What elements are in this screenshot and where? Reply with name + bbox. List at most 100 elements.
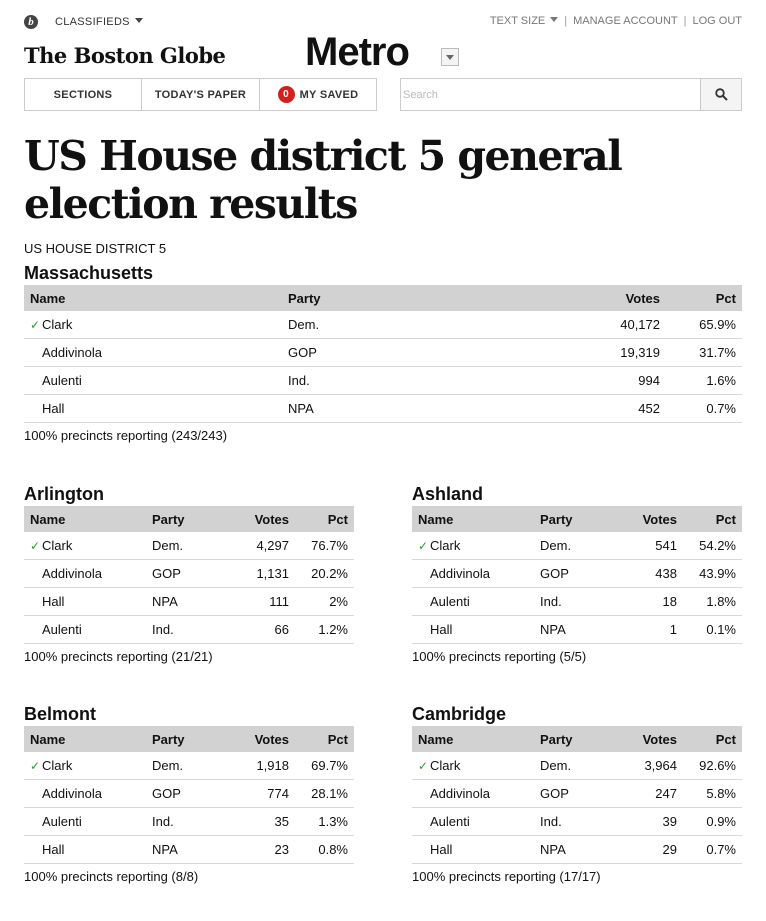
candidate-name: Aulenti xyxy=(430,594,470,609)
column-header-party: Party xyxy=(282,285,484,311)
votes-cell: 438 xyxy=(606,559,683,588)
candidate-cell: Hall xyxy=(24,587,146,616)
saved-count-badge: 0 xyxy=(277,86,295,103)
candidate-cell: ✓ Clark xyxy=(412,532,534,560)
votes-cell: 452 xyxy=(484,394,666,423)
precincts-reporting: 100% precincts reporting (21/21) xyxy=(24,649,213,664)
party-cell: Ind. xyxy=(534,807,606,836)
district-label: US HOUSE DISTRICT 5 xyxy=(24,241,167,256)
pct-cell: 0.9% xyxy=(683,807,742,836)
candidate-cell: Aulenti xyxy=(24,366,282,395)
precincts-reporting: 100% precincts reporting (243/243) xyxy=(24,428,228,443)
results-block: Belmont Name Party Votes Pct ✓ Clark Dem.… xyxy=(24,702,354,884)
classifieds-label: CLASSIFIEDS xyxy=(55,16,130,28)
account-links: TEXT SIZE | MANAGE ACCOUNT | LOG OUT xyxy=(484,15,742,27)
pct-cell: 1.6% xyxy=(666,366,742,395)
table-row: Addivinola GOP 247 5.8% xyxy=(412,779,742,808)
table-row: Hall NPA 1 0.1% xyxy=(412,615,742,644)
column-header-pct: Pct xyxy=(683,726,742,752)
party-cell: GOP xyxy=(534,559,606,588)
table-row: Aulenti Ind. 66 1.2% xyxy=(24,615,354,644)
sections-button[interactable]: SECTIONS xyxy=(25,79,142,110)
results-block: Ashland Name Party Votes Pct ✓ Clark Dem.… xyxy=(412,482,742,664)
table-row: Addivinola GOP 774 28.1% xyxy=(24,779,354,808)
results-table: Name Party Votes Pct ✓ Clark Dem. 3,964 9… xyxy=(412,726,742,864)
candidate-cell: Hall xyxy=(24,835,146,864)
search-input[interactable] xyxy=(401,79,705,110)
todays-paper-button[interactable]: TODAY'S PAPER xyxy=(142,79,260,110)
party-cell: NPA xyxy=(146,835,218,864)
column-header-name: Name xyxy=(412,506,534,532)
candidate-name: Addivinola xyxy=(430,786,490,801)
log-out-link[interactable]: LOG OUT xyxy=(686,15,742,27)
party-cell: GOP xyxy=(282,338,484,367)
results-table: Name Party Votes Pct ✓ Clark Dem. 40,172 … xyxy=(24,285,742,423)
votes-cell: 18 xyxy=(606,587,683,616)
section-dropdown-button[interactable] xyxy=(441,48,459,66)
candidate-cell: Hall xyxy=(24,394,282,423)
checkmark-icon: ✓ xyxy=(418,759,429,773)
candidate-name: Aulenti xyxy=(430,814,470,829)
candidate-cell: ✓ Clark xyxy=(412,752,534,780)
pct-cell: 1.2% xyxy=(295,615,354,644)
table-row: ✓ Clark Dem. 1,918 69.7% xyxy=(24,752,354,780)
boston-globe-logo[interactable]: The Boston Globe xyxy=(24,43,226,68)
page-title: US House district 5 general election res… xyxy=(24,132,623,228)
pct-cell: 65.9% xyxy=(666,311,742,339)
area-heading: Massachusetts xyxy=(24,263,154,283)
table-row: Aulenti Ind. 994 1.6% xyxy=(24,366,742,395)
candidate-cell: Addivinola xyxy=(24,559,146,588)
column-header-pct: Pct xyxy=(295,726,354,752)
party-cell: Ind. xyxy=(534,587,606,616)
votes-cell: 19,319 xyxy=(484,338,666,367)
my-saved-button[interactable]: 0 MY SAVED xyxy=(260,79,376,110)
table-row: Hall NPA 29 0.7% xyxy=(412,835,742,864)
table-row: ✓ Clark Dem. 3,964 92.6% xyxy=(412,752,742,780)
table-header-row: Name Party Votes Pct xyxy=(24,506,354,532)
search-button[interactable] xyxy=(700,79,741,110)
pct-cell: 31.7% xyxy=(666,338,742,367)
main-nav: SECTIONS TODAY'S PAPER 0 MY SAVED xyxy=(24,78,377,111)
pct-cell: 76.7% xyxy=(295,532,354,560)
party-cell: Ind. xyxy=(146,615,218,644)
candidate-name: Hall xyxy=(42,401,65,416)
section-title: Metro xyxy=(305,30,410,74)
column-header-votes: Votes xyxy=(218,506,295,532)
table-row: Aulenti Ind. 39 0.9% xyxy=(412,807,742,836)
column-header-party: Party xyxy=(534,506,606,532)
votes-cell: 111 xyxy=(218,587,295,616)
column-header-pct: Pct xyxy=(666,285,742,311)
chevron-down-icon xyxy=(550,17,559,22)
column-header-pct: Pct xyxy=(295,506,354,532)
table-row: ✓ Clark Dem. 40,172 65.9% xyxy=(24,311,742,339)
votes-cell: 4,297 xyxy=(218,532,295,560)
candidate-cell: ✓ Clark xyxy=(24,752,146,780)
pct-cell: 5.8% xyxy=(683,779,742,808)
area-heading: Cambridge xyxy=(412,704,507,724)
text-size-menu[interactable]: TEXT SIZE xyxy=(484,15,564,27)
utility-bar: b CLASSIFIEDS TEXT SIZE | MANAGE ACCOUNT… xyxy=(24,12,742,32)
candidate-name: Addivinola xyxy=(430,566,490,581)
area-heading: Ashland xyxy=(412,484,484,504)
candidate-name: Clark xyxy=(430,538,461,553)
column-header-name: Name xyxy=(24,506,146,532)
votes-cell: 994 xyxy=(484,366,666,395)
pct-cell: 1.8% xyxy=(683,587,742,616)
pct-cell: 54.2% xyxy=(683,532,742,560)
pct-cell: 0.7% xyxy=(683,835,742,864)
table-header-row: Name Party Votes Pct xyxy=(412,726,742,752)
votes-cell: 1,131 xyxy=(218,559,295,588)
votes-cell: 23 xyxy=(218,835,295,864)
party-cell: Dem. xyxy=(146,752,218,780)
party-cell: GOP xyxy=(534,779,606,808)
votes-cell: 774 xyxy=(218,779,295,808)
candidate-cell: ✓ Clark xyxy=(24,311,282,339)
table-header-row: Name Party Votes Pct xyxy=(24,726,354,752)
party-cell: Dem. xyxy=(282,311,484,339)
manage-account-link[interactable]: MANAGE ACCOUNT xyxy=(567,15,684,27)
results-table: Name Party Votes Pct ✓ Clark Dem. 541 54.… xyxy=(412,506,742,644)
pct-cell: 28.1% xyxy=(295,779,354,808)
bostonglobe-b-logo[interactable]: b xyxy=(24,15,38,29)
classifieds-menu[interactable]: CLASSIFIEDS xyxy=(55,16,143,28)
candidate-cell: Aulenti xyxy=(412,587,534,616)
